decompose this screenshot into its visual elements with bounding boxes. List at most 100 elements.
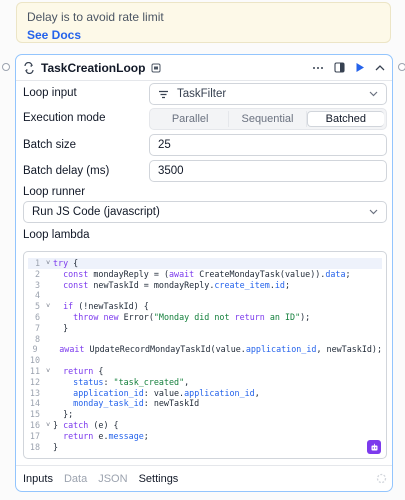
batch-delay-row: Batch delay (ms) 3500 bbox=[23, 160, 387, 182]
fold-chevron-icon[interactable]: ˅ bbox=[46, 301, 53, 312]
fold-gutter bbox=[46, 388, 53, 399]
code-line[interactable]: 2 const mondayReply = (await CreateMonda… bbox=[28, 269, 382, 280]
code-text: status: "task_created", bbox=[73, 376, 190, 387]
fold-gutter bbox=[46, 280, 53, 291]
notice-message: Delay is to avoid rate limit bbox=[27, 10, 164, 24]
code-line[interactable]: 5 ˅ if (!newTaskId) { bbox=[28, 301, 382, 312]
line-number: 11 bbox=[29, 365, 40, 376]
line-number: 12 bbox=[29, 376, 40, 387]
code-text: } bbox=[53, 441, 59, 452]
execution-mode-label: Execution mode bbox=[23, 112, 106, 124]
canvas: Delay is to avoid rate limit See Docs Ta… bbox=[0, 0, 405, 500]
code-text: } catch (e) { bbox=[53, 419, 119, 430]
rename-icon[interactable] bbox=[151, 63, 161, 73]
code-line[interactable]: 6 throw new Error("Monday did not return… bbox=[28, 312, 382, 323]
collapse-icon[interactable] bbox=[375, 64, 385, 72]
line-number: 7 bbox=[34, 322, 40, 333]
line-number: 5 bbox=[34, 301, 40, 312]
code-line[interactable]: 8 bbox=[28, 334, 382, 345]
fold-gutter bbox=[46, 377, 53, 388]
loop-runner-value: Run JS Code (javascript) bbox=[32, 206, 160, 218]
input-handle[interactable] bbox=[2, 63, 10, 71]
code-line[interactable]: 18} bbox=[28, 442, 382, 453]
loop-input-label: Loop input bbox=[23, 87, 77, 99]
code-line[interactable]: 12 status: "task_created", bbox=[28, 377, 382, 388]
code-line[interactable]: 1 ˅ try { bbox=[28, 258, 382, 269]
line-number: 17 bbox=[29, 430, 40, 441]
code-text: const newTaskId = mondayReply.create_ite… bbox=[63, 279, 291, 290]
line-number: 8 bbox=[34, 333, 40, 344]
ai-assistant-icon[interactable] bbox=[367, 440, 381, 454]
code-text: throw new Error("Monday did not return a… bbox=[73, 311, 311, 322]
line-number: 1 bbox=[34, 258, 40, 268]
code-text: return { bbox=[63, 365, 104, 376]
loop-runner-select[interactable]: Run JS Code (javascript) bbox=[23, 201, 387, 223]
fold-gutter bbox=[46, 431, 53, 442]
code-line[interactable]: 13 application_id: value.application_id, bbox=[28, 388, 382, 399]
line-number: 4 bbox=[34, 290, 40, 301]
fold-chevron-icon[interactable]: ˅ bbox=[46, 420, 53, 431]
code-text: } bbox=[53, 322, 69, 333]
mode-parallel[interactable]: Parallel bbox=[152, 111, 230, 127]
line-number: 6 bbox=[34, 311, 40, 322]
run-icon[interactable] bbox=[355, 62, 365, 73]
line-number: 15 bbox=[29, 409, 40, 420]
mode-batched[interactable]: Batched bbox=[306, 111, 384, 127]
line-number: 16 bbox=[29, 419, 40, 430]
code-line[interactable]: 3 const newTaskId = mondayReply.create_i… bbox=[28, 280, 382, 291]
batch-delay-input[interactable]: 3500 bbox=[149, 160, 387, 182]
mode-sequential[interactable]: Sequential bbox=[229, 111, 307, 127]
loading-spinner-icon bbox=[376, 473, 387, 484]
fold-chevron-icon[interactable]: ˅ bbox=[46, 366, 53, 377]
code-line[interactable]: 4 bbox=[28, 290, 382, 301]
code-line[interactable]: 10 bbox=[28, 355, 382, 366]
batch-size-row: Batch size 25 bbox=[23, 134, 387, 156]
more-icon[interactable] bbox=[312, 66, 324, 70]
panel-icon[interactable] bbox=[334, 62, 345, 73]
fold-gutter bbox=[46, 442, 53, 453]
code-editor[interactable]: 1 ˅ try {2 const mondayReply = (await Crea… bbox=[23, 251, 387, 459]
fold-gutter bbox=[46, 355, 53, 366]
code-line[interactable]: 15 }; bbox=[28, 409, 382, 420]
tab-data[interactable]: Data bbox=[64, 473, 87, 485]
code-line[interactable]: 11 ˅ return { bbox=[28, 366, 382, 377]
loop-node-card[interactable]: TaskCreationLoop Loop input TaskFilter E… bbox=[15, 54, 393, 492]
code-line[interactable]: 7 } bbox=[28, 323, 382, 334]
fold-gutter bbox=[46, 312, 53, 323]
line-number: 14 bbox=[29, 398, 40, 409]
loop-icon bbox=[23, 61, 35, 74]
line-number: 2 bbox=[34, 268, 40, 279]
batch-size-input[interactable]: 25 bbox=[149, 134, 387, 156]
line-number: 3 bbox=[34, 279, 40, 290]
loop-input-row: Loop input TaskFilter bbox=[23, 83, 387, 105]
fold-gutter bbox=[46, 409, 53, 420]
code-line[interactable]: 9 await UpdateRecordMondayTaskId(value.a… bbox=[28, 344, 382, 355]
loop-input-select[interactable]: TaskFilter bbox=[149, 83, 387, 105]
code-line[interactable]: 17 return e.message; bbox=[28, 431, 382, 442]
loop-input-value: TaskFilter bbox=[177, 88, 227, 100]
code-text: application_id: value.application_id, bbox=[73, 387, 260, 398]
tab-settings[interactable]: Settings bbox=[139, 473, 179, 485]
code-text: return e.message; bbox=[63, 430, 149, 441]
fold-gutter bbox=[46, 334, 53, 345]
node-title[interactable]: TaskCreationLoop bbox=[41, 61, 145, 75]
node-footer-tabs: Inputs Data JSON Settings bbox=[16, 465, 392, 491]
fold-chevron-icon[interactable]: ˅ bbox=[46, 258, 53, 269]
see-docs-link[interactable]: See Docs bbox=[27, 28, 380, 42]
code-line[interactable]: 14 monday_task_id: newTaskId bbox=[28, 398, 382, 409]
line-number: 18 bbox=[29, 441, 40, 452]
loop-runner-label: Loop runner bbox=[23, 186, 86, 198]
code-text: try { bbox=[53, 258, 79, 268]
tab-json[interactable]: JSON bbox=[98, 473, 127, 485]
fold-gutter bbox=[46, 269, 53, 280]
loop-lambda-label: Loop lambda bbox=[23, 229, 90, 241]
fold-gutter bbox=[46, 398, 53, 409]
rate-limit-notice: Delay is to avoid rate limit See Docs bbox=[16, 2, 391, 43]
output-handle[interactable] bbox=[398, 63, 405, 71]
tab-inputs[interactable]: Inputs bbox=[23, 473, 53, 485]
fold-gutter bbox=[46, 290, 53, 301]
execution-mode-toggle[interactable]: Parallel Sequential Batched bbox=[149, 108, 387, 130]
code-line[interactable]: 16 ˅} catch (e) { bbox=[28, 420, 382, 431]
chevron-down-icon bbox=[369, 209, 378, 215]
line-number: 9 bbox=[32, 344, 38, 355]
